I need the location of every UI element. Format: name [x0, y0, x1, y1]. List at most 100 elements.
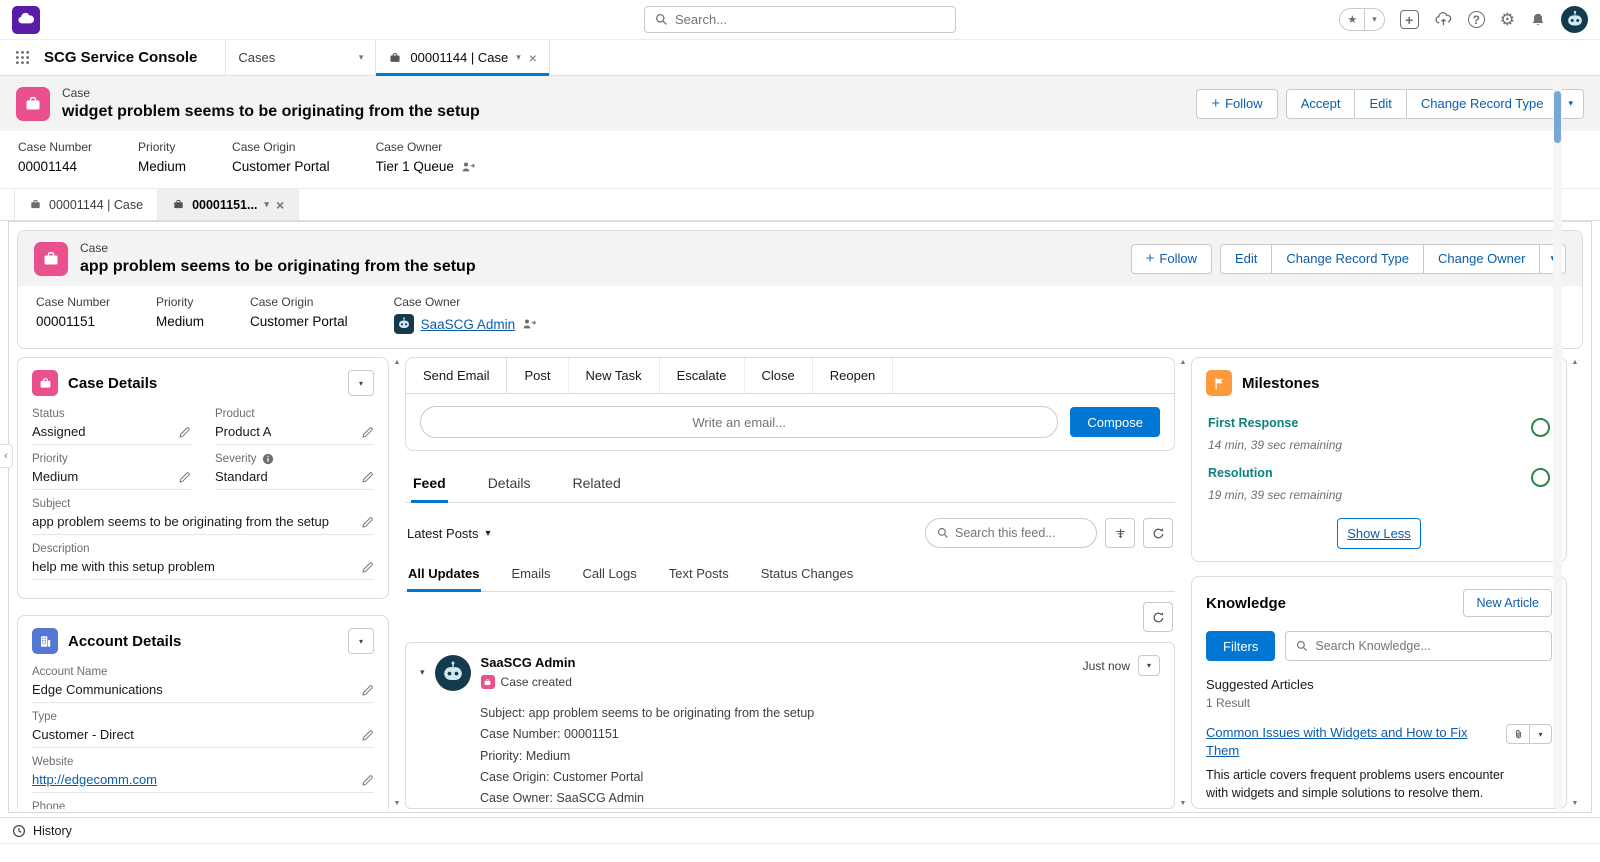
- edit-pencil-icon[interactable]: [361, 471, 374, 484]
- nav-tab-cases[interactable]: Cases ▾: [225, 40, 376, 75]
- scroll-down-icon[interactable]: ▼: [1572, 800, 1579, 807]
- nav-tab-case-00001144[interactable]: 00001144 | Case ▾ ×: [375, 40, 550, 76]
- case2-key-fields: Case Number 00001151 Priority Medium Cas…: [18, 286, 1582, 348]
- global-search[interactable]: [644, 6, 956, 33]
- filter-all-updates[interactable]: All Updates: [407, 556, 481, 592]
- scroll-down-icon[interactable]: ▼: [394, 800, 401, 807]
- filter-emails[interactable]: Emails: [511, 556, 552, 591]
- edit-pencil-icon[interactable]: [178, 426, 191, 439]
- app-launcher-icon[interactable]: [0, 40, 44, 75]
- chevron-down-icon[interactable]: ▾: [264, 199, 269, 210]
- favorites-control[interactable]: ★ ▾: [1339, 8, 1385, 31]
- filter-status-changes[interactable]: Status Changes: [760, 556, 855, 591]
- edit-pencil-icon[interactable]: [361, 684, 374, 697]
- change-record-type-button[interactable]: Change Record Type: [1272, 243, 1425, 274]
- scroll-up-icon[interactable]: ▲: [1572, 359, 1579, 366]
- left-column-scrollbar[interactable]: ▲ ▼: [389, 357, 405, 809]
- global-search-input[interactable]: [675, 12, 945, 27]
- info-icon[interactable]: [262, 453, 274, 465]
- setup-gear-icon[interactable]: ⚙: [1500, 11, 1515, 28]
- upload-cloud-icon[interactable]: [1434, 10, 1453, 29]
- filter-text-posts[interactable]: Text Posts: [668, 556, 730, 591]
- page-scrollbar-thumb[interactable]: [1554, 91, 1561, 143]
- feed-search[interactable]: [925, 518, 1097, 548]
- follow-button[interactable]: + Follow: [1130, 243, 1212, 274]
- show-less-button[interactable]: Show Less: [1337, 518, 1421, 549]
- feed-search-input[interactable]: [955, 526, 1085, 540]
- refresh-feed-button[interactable]: [1143, 518, 1173, 548]
- favorites-star-icon[interactable]: ★: [1340, 9, 1364, 30]
- chevron-down-icon[interactable]: ▾: [359, 52, 364, 63]
- favorites-caret-icon[interactable]: ▾: [1364, 9, 1384, 30]
- more-actions-button[interactable]: ▾: [1558, 88, 1584, 119]
- refresh-feed-button[interactable]: [1143, 602, 1173, 632]
- change-owner-icon[interactable]: [522, 318, 537, 330]
- tab-related[interactable]: Related: [570, 467, 622, 502]
- change-record-type-button[interactable]: Change Record Type: [1406, 88, 1559, 119]
- main-panel-scrollbar[interactable]: ▲ ▼: [1175, 357, 1191, 809]
- attach-article-icon[interactable]: [1506, 724, 1529, 744]
- user-avatar[interactable]: [1561, 6, 1588, 33]
- feed-sort-select[interactable]: Latest Posts ▾: [407, 526, 491, 541]
- tab-reopen[interactable]: Reopen: [813, 358, 894, 393]
- global-actions-icon[interactable]: +: [1399, 10, 1419, 29]
- tab-new-task[interactable]: New Task: [569, 358, 660, 393]
- milestone-name-link[interactable]: Resolution: [1208, 466, 1342, 480]
- chevron-down-icon[interactable]: ▾: [516, 52, 521, 63]
- milestone-name-link[interactable]: First Response: [1208, 416, 1342, 430]
- close-icon[interactable]: ×: [529, 51, 537, 65]
- edit-pencil-icon[interactable]: [361, 426, 374, 439]
- notifications-bell-icon[interactable]: [1530, 12, 1546, 28]
- card-menu-button[interactable]: ▾: [348, 628, 374, 654]
- post-actions-button[interactable]: ▾: [1138, 655, 1160, 676]
- compose-button[interactable]: Compose: [1070, 407, 1160, 437]
- edit-button[interactable]: Edit: [1219, 243, 1273, 274]
- article-more-icon[interactable]: ▾: [1529, 724, 1552, 744]
- cloud-logo-icon: [18, 12, 35, 23]
- edit-pencil-icon[interactable]: [361, 774, 374, 787]
- history-utility-item[interactable]: History: [33, 824, 72, 838]
- edit-pencil-icon[interactable]: [361, 516, 374, 529]
- right-column-scrollbar[interactable]: ▲ ▼: [1567, 357, 1583, 809]
- tab-post[interactable]: Post: [507, 358, 569, 393]
- email-compose-field[interactable]: [420, 406, 1059, 438]
- accept-button[interactable]: Accept: [1285, 88, 1356, 119]
- filter-call-logs[interactable]: Call Logs: [582, 556, 638, 591]
- subtab-case-00001144[interactable]: 00001144 | Case: [14, 189, 159, 220]
- collapse-left-panel-icon[interactable]: ‹: [0, 444, 13, 468]
- email-compose-input[interactable]: [435, 414, 1044, 430]
- tab-escalate[interactable]: Escalate: [660, 358, 745, 393]
- edit-pencil-icon[interactable]: [361, 561, 374, 574]
- page-scrollbar[interactable]: [1553, 80, 1562, 810]
- tab-close[interactable]: Close: [745, 358, 813, 393]
- post-author-avatar[interactable]: [434, 655, 471, 691]
- collapse-posts-button[interactable]: [1105, 518, 1135, 548]
- tab-send-email[interactable]: Send Email: [406, 358, 508, 393]
- edit-button[interactable]: Edit: [1355, 88, 1407, 119]
- follow-button[interactable]: + Follow: [1196, 88, 1278, 119]
- help-icon[interactable]: ?: [1467, 11, 1485, 28]
- scroll-up-icon[interactable]: ▲: [394, 359, 401, 366]
- tab-details[interactable]: Details: [486, 467, 533, 502]
- edit-pencil-icon[interactable]: [361, 729, 374, 742]
- article-link[interactable]: Common Issues with Widgets and How to Fi…: [1206, 724, 1478, 759]
- new-article-button[interactable]: New Article: [1463, 589, 1552, 617]
- case-owner-link[interactable]: SaaSCG Admin: [421, 317, 516, 332]
- console-navbar: SCG Service Console Cases ▾ 00001144 | C…: [0, 40, 1600, 76]
- subtab-case-00001151[interactable]: 00001151... ▾ ×: [158, 189, 300, 220]
- tab-feed[interactable]: Feed: [411, 467, 448, 503]
- scroll-up-icon[interactable]: ▲: [1180, 359, 1187, 366]
- close-icon[interactable]: ×: [276, 198, 284, 212]
- card-menu-button[interactable]: ▾: [348, 370, 374, 396]
- change-owner-icon[interactable]: [461, 161, 476, 173]
- change-owner-button[interactable]: Change Owner: [1424, 243, 1541, 274]
- scroll-down-icon[interactable]: ▼: [1180, 800, 1187, 807]
- post-author[interactable]: SaaSCG Admin: [481, 655, 576, 670]
- collapse-post-icon[interactable]: ▾: [420, 667, 425, 678]
- knowledge-search[interactable]: [1285, 631, 1552, 661]
- salesforce-logo[interactable]: [12, 5, 40, 34]
- website-link[interactable]: http://edgecomm.com: [32, 772, 157, 787]
- filters-button[interactable]: Filters: [1206, 631, 1276, 661]
- edit-pencil-icon[interactable]: [178, 471, 191, 484]
- knowledge-search-input[interactable]: [1315, 639, 1541, 653]
